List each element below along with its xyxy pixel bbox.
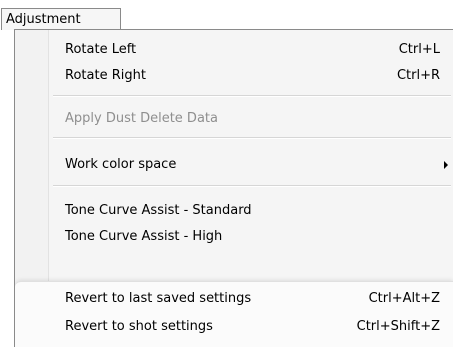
app-window: Adjustment Rotate Left Ctrl+L Rotate Rig… — [0, 0, 453, 347]
menu-item-shortcut: Ctrl+Alt+Z — [368, 291, 440, 306]
menu-item-label: Tone Curve Assist - Standard — [65, 203, 252, 218]
menu-item-shortcut: Ctrl+Shift+Z — [356, 319, 440, 334]
adjustment-dropdown-menu: Rotate Left Ctrl+L Rotate Right Ctrl+R A… — [14, 29, 453, 347]
menu-separator — [53, 185, 451, 187]
menu-item-shortcut: Ctrl+L — [398, 42, 440, 57]
menu-item-tone-curve-assist-high[interactable]: Tone Curve Assist - High — [15, 224, 453, 250]
menu-separator — [53, 137, 451, 139]
menu-item-label: Apply Dust Delete Data — [65, 111, 218, 126]
menu-item-rotate-right[interactable]: Rotate Right Ctrl+R — [15, 63, 453, 89]
menu-item-label: Rotate Right — [65, 68, 146, 83]
chevron-right-icon — [444, 161, 448, 169]
menu-item-label: Revert to shot settings — [65, 319, 213, 334]
menu-item-rotate-left[interactable]: Rotate Left Ctrl+L — [15, 37, 453, 63]
menu-item-label: Tone Curve Assist - High — [65, 229, 223, 244]
menu-item-apply-dust-delete-data: Apply Dust Delete Data — [15, 106, 453, 132]
menu-item-shortcut: Ctrl+R — [396, 68, 440, 83]
menu-item-revert-to-shot-settings[interactable]: Revert to shot settings Ctrl+Shift+Z — [15, 314, 453, 340]
menu-separator — [53, 95, 451, 97]
menu-adjustment[interactable]: Adjustment — [1, 8, 121, 30]
menu-item-work-color-space[interactable]: Work color space — [15, 152, 453, 178]
menu-item-label: Rotate Left — [65, 42, 137, 57]
menu-item-tone-curve-assist-standard[interactable]: Tone Curve Assist - Standard — [15, 198, 453, 224]
menu-item-label: Revert to last saved settings — [65, 291, 252, 306]
menu-item-revert-to-last-saved-settings[interactable]: Revert to last saved settings Ctrl+Alt+Z — [15, 286, 453, 312]
menu-item-label: Work color space — [65, 157, 177, 172]
